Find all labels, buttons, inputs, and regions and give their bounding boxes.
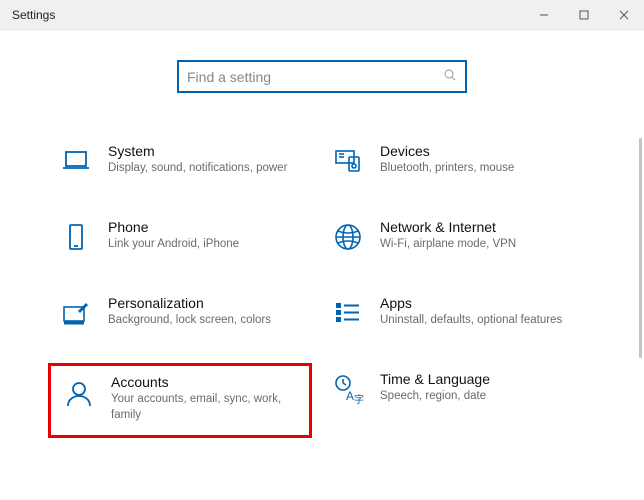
svg-text:A: A	[346, 389, 354, 403]
categories-grid: System Display, sound, notifications, po…	[40, 143, 604, 438]
titlebar: Settings	[0, 0, 644, 30]
laptop-icon	[60, 145, 92, 177]
category-desc: Background, lock screen, colors	[108, 313, 302, 329]
category-network[interactable]: Network & Internet Wi-Fi, airplane mode,…	[332, 219, 584, 253]
category-personalization[interactable]: Personalization Background, lock screen,…	[60, 295, 312, 329]
search-input[interactable]	[187, 69, 443, 85]
category-devices[interactable]: Devices Bluetooth, printers, mouse	[332, 143, 584, 177]
category-title: Network & Internet	[380, 219, 574, 235]
minimize-button[interactable]	[524, 0, 564, 29]
category-apps[interactable]: Apps Uninstall, defaults, optional featu…	[332, 295, 584, 329]
close-button[interactable]	[604, 0, 644, 29]
category-desc: Wi-Fi, airplane mode, VPN	[380, 237, 574, 253]
person-icon	[63, 378, 95, 410]
category-title: Accounts	[111, 374, 289, 390]
category-desc: Bluetooth, printers, mouse	[380, 161, 574, 177]
category-title: Personalization	[108, 295, 302, 311]
phone-icon	[60, 221, 92, 253]
category-desc: Display, sound, notifications, power	[108, 161, 302, 177]
category-time-language[interactable]: A字 Time & Language Speech, region, date	[332, 371, 584, 438]
svg-text:字: 字	[354, 393, 364, 405]
time-language-icon: A字	[332, 373, 364, 405]
category-phone[interactable]: Phone Link your Android, iPhone	[60, 219, 312, 253]
category-accounts[interactable]: Accounts Your accounts, email, sync, wor…	[48, 363, 312, 438]
category-desc: Link your Android, iPhone	[108, 237, 302, 253]
apps-list-icon	[332, 297, 364, 329]
globe-icon	[332, 221, 364, 253]
scrollbar[interactable]	[639, 138, 642, 358]
window-title: Settings	[0, 8, 55, 22]
category-desc: Speech, region, date	[380, 389, 574, 405]
category-title: Phone	[108, 219, 302, 235]
window-controls	[524, 0, 644, 29]
category-desc: Your accounts, email, sync, work, family	[111, 392, 289, 423]
search-input-box[interactable]	[177, 60, 467, 93]
category-system[interactable]: System Display, sound, notifications, po…	[60, 143, 312, 177]
category-title: Devices	[380, 143, 574, 159]
content-area: System Display, sound, notifications, po…	[0, 30, 644, 500]
category-desc: Uninstall, defaults, optional features	[380, 313, 574, 329]
category-title: Time & Language	[380, 371, 574, 387]
maximize-button[interactable]	[564, 0, 604, 29]
category-title: System	[108, 143, 302, 159]
devices-icon	[332, 145, 364, 177]
category-title: Apps	[380, 295, 574, 311]
personalization-icon	[60, 297, 92, 329]
search-icon	[443, 68, 457, 85]
